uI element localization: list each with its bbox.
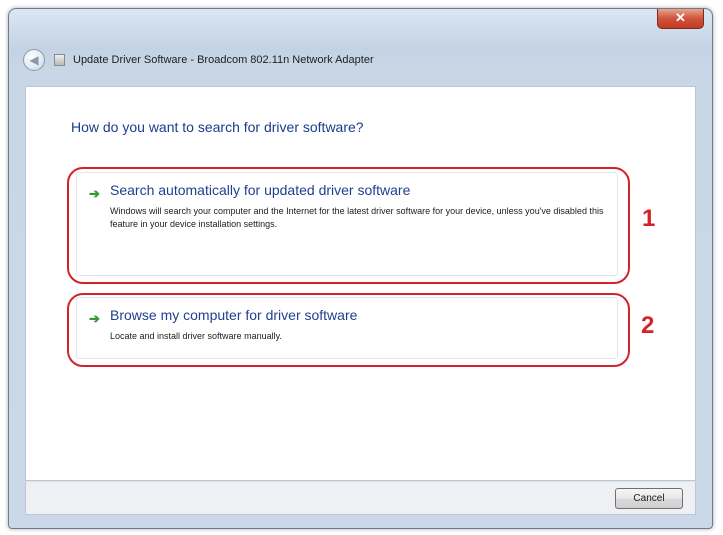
dialog-footer: Cancel	[25, 481, 696, 515]
close-button[interactable]: ✕	[657, 9, 704, 29]
content-panel: How do you want to search for driver sof…	[25, 86, 696, 481]
page-heading: How do you want to search for driver sof…	[71, 119, 364, 135]
dialog-window: ✕ ◀ Update Driver Software - Broadcom 80…	[8, 8, 713, 529]
callout-outline-1	[67, 167, 630, 284]
device-icon	[54, 54, 65, 66]
close-icon: ✕	[675, 10, 686, 25]
callout-outline-2	[67, 293, 630, 367]
callout-number-1: 1	[642, 205, 656, 232]
cancel-button[interactable]: Cancel	[615, 488, 683, 509]
title-row: ◀ Update Driver Software - Broadcom 802.…	[23, 47, 698, 73]
callout-number-2: 2	[641, 312, 655, 339]
back-button[interactable]: ◀	[23, 49, 45, 71]
back-arrow-icon: ◀	[29, 53, 39, 67]
window-title: Update Driver Software - Broadcom 802.11…	[73, 54, 374, 66]
